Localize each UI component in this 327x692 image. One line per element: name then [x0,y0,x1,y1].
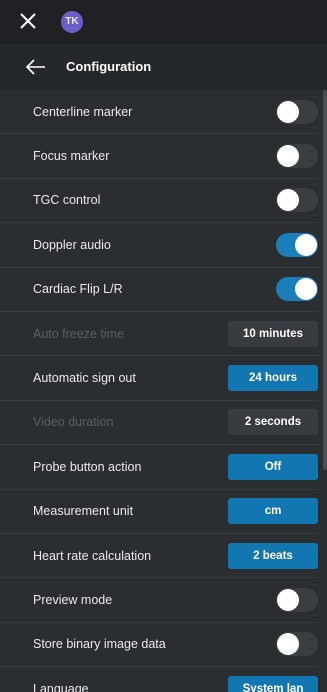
setting-row-language: Language System lan [0,667,318,692]
setting-row-preview-mode: Preview mode [0,578,318,623]
toggle-knob [295,278,317,301]
setting-label: Video duration [33,415,114,430]
setting-row-measurement-unit: Measurement unit cm [0,490,318,534]
setting-label: Preview mode [33,592,113,607]
page-title: Configuration [66,59,152,74]
cardiac-flip-l-r-toggle[interactable] [276,277,318,302]
setting-row-cardiac-flip-l-r: Cardiac Flip L/R [0,268,318,312]
top-bar: TK [0,0,327,44]
setting-label: Heart rate calculation [33,548,152,563]
setting-label: Auto freeze time [33,326,125,341]
setting-label: Language [33,681,89,692]
setting-row-tgc-control: TGC control [0,179,318,224]
store-binary-image-data-toggle[interactable] [276,632,318,657]
setting-label: Doppler audio [33,237,111,252]
heart-rate-calculation-button[interactable]: 2 beats [228,542,318,569]
close-icon[interactable] [18,11,38,31]
setting-row-doppler-audio: Doppler audio [0,223,318,268]
toggle-knob [277,100,299,123]
setting-row-auto-freeze-time: Auto freeze time 10 minutes [0,312,318,357]
arrow-left-icon[interactable] [25,57,47,77]
scrollbar-thumb[interactable] [323,90,327,470]
avatar[interactable]: TK [61,11,83,33]
scrollbar[interactable] [323,90,327,692]
setting-label: Centerline marker [33,104,133,119]
setting-row-centerline-marker: Centerline marker [0,90,318,135]
setting-row-heart-rate-calculation: Heart rate calculation 2 beats [0,534,318,579]
toggle-knob [277,189,299,212]
setting-label: TGC control [33,193,101,208]
doppler-audio-toggle[interactable] [276,232,318,257]
setting-label: Focus marker [33,149,110,164]
setting-row-video-duration: Video duration 2 seconds [0,401,318,446]
setting-row-store-binary-image-data: Store binary image data [0,623,318,668]
language-button[interactable]: System lan [228,675,318,692]
toggle-knob [277,633,299,656]
settings-list: Centerline marker Focus marker TGC control… [0,90,318,692]
preview-mode-toggle[interactable] [276,587,318,612]
setting-label: Automatic sign out [33,371,136,386]
page-header: Configuration [0,44,327,90]
setting-label: Cardiac Flip L/R [33,282,123,297]
toggle-knob [277,145,299,168]
setting-label: Probe button action [33,459,142,474]
setting-label: Store binary image data [33,637,166,652]
toggle-knob [277,588,299,611]
setting-row-automatic-sign-out: Automatic sign out 24 hours [0,356,318,401]
probe-button-action-button[interactable]: Off [228,453,318,480]
setting-row-probe-button-action: Probe button action Off [0,445,318,490]
configuration-screen: TK Configuration Centerline marker Focus … [0,0,327,692]
focus-marker-toggle[interactable] [276,144,318,169]
auto-freeze-time-button: 10 minutes [228,320,318,347]
measurement-unit-button[interactable]: cm [228,498,318,525]
automatic-sign-out-button[interactable]: 24 hours [228,365,318,392]
setting-label: Measurement unit [33,504,134,519]
video-duration-button: 2 seconds [228,409,318,436]
setting-row-focus-marker: Focus marker [0,134,318,179]
centerline-marker-toggle[interactable] [276,99,318,124]
tgc-control-toggle[interactable] [276,188,318,213]
toggle-knob [295,233,317,256]
